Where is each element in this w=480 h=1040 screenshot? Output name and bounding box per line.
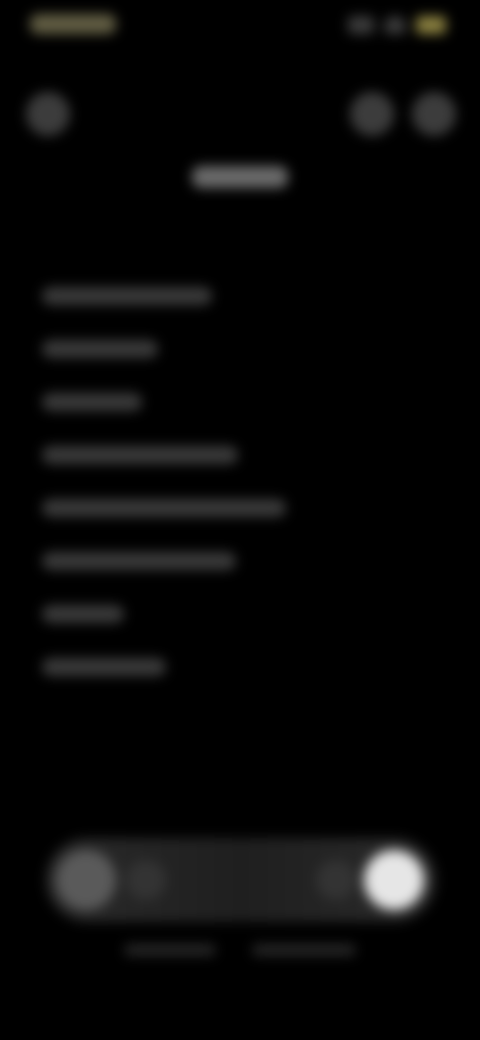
status-time xyxy=(30,14,116,40)
menu-item[interactable] xyxy=(42,435,442,488)
blurred-screen xyxy=(0,0,480,1040)
back-icon[interactable] xyxy=(26,92,70,136)
menu-item-label xyxy=(42,340,158,359)
dock-labels xyxy=(0,944,480,956)
menu-list xyxy=(42,276,442,700)
menu-item[interactable] xyxy=(42,647,442,700)
menu-item[interactable] xyxy=(42,382,442,435)
menu-item-label xyxy=(42,446,238,465)
app-icon[interactable] xyxy=(316,860,356,900)
home-icon[interactable] xyxy=(126,860,166,900)
menu-item[interactable] xyxy=(42,594,442,647)
menu-item-label xyxy=(42,658,166,677)
menu-item[interactable] xyxy=(42,329,442,382)
menu-item[interactable] xyxy=(42,488,442,541)
menu-icon[interactable] xyxy=(56,850,116,910)
menu-item-label xyxy=(42,287,212,306)
status-bar xyxy=(0,0,480,56)
status-indicators xyxy=(348,16,446,34)
battery-icon xyxy=(416,16,446,34)
wifi-icon xyxy=(384,16,406,34)
signal-icon xyxy=(348,16,374,34)
page-title-text xyxy=(192,166,288,189)
dock-label xyxy=(124,944,216,956)
menu-item-label xyxy=(42,605,124,624)
more-icon[interactable] xyxy=(412,92,456,136)
bottom-dock xyxy=(46,838,436,922)
page-title xyxy=(0,160,480,191)
menu-item[interactable] xyxy=(42,541,442,594)
profile-icon[interactable] xyxy=(364,850,424,910)
menu-item[interactable] xyxy=(42,276,442,329)
menu-item-label xyxy=(42,552,236,571)
dock-label xyxy=(252,944,356,956)
menu-item-label xyxy=(42,499,286,518)
search-icon[interactable] xyxy=(350,92,394,136)
menu-item-label xyxy=(42,393,142,412)
